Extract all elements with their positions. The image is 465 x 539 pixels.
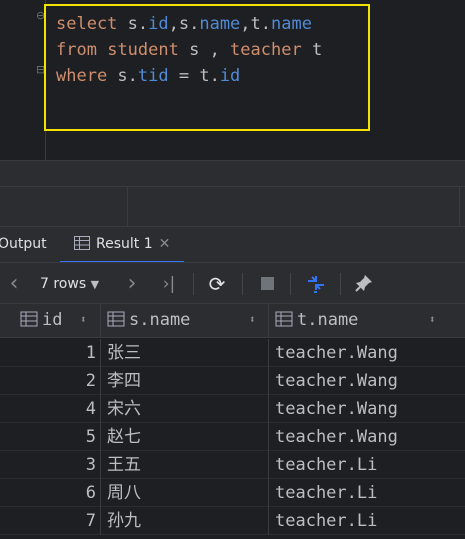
tab-output[interactable]: Output [0, 227, 47, 263]
cell-s-name[interactable]: 周八 [101, 479, 269, 507]
cell-t-name[interactable]: teacher.Wang [269, 423, 465, 451]
grid-header: id ⬍ s.name ⬍ t.name ⬍ [0, 304, 465, 338]
editor-status-strip [0, 160, 465, 186]
table-row[interactable]: 1 张三 teacher.Wang [0, 339, 465, 367]
column-header-label: t.name [297, 310, 359, 330]
column-icon [107, 311, 125, 327]
cell-t-name[interactable]: teacher.Li [269, 507, 465, 535]
editor-gutter [0, 0, 46, 160]
compare-icon[interactable] [302, 263, 330, 305]
cell-s-name[interactable]: 宋六 [101, 395, 269, 423]
column-header-id[interactable]: id ⬍ [0, 304, 101, 338]
cell-s-name[interactable]: 赵七 [101, 423, 269, 451]
cell-id[interactable]: 5 [0, 423, 101, 451]
cell-t-name[interactable]: teacher.Li [269, 479, 465, 507]
toolbar-separator [290, 273, 291, 295]
table-row[interactable]: 7 孙九 teacher.Li [0, 507, 465, 535]
cell-t-name[interactable]: teacher.Wang [269, 367, 465, 395]
cell-t-name[interactable]: teacher.Li [269, 451, 465, 479]
next-page-icon[interactable]: › [122, 263, 142, 305]
table-row[interactable]: 3 王五 teacher.Li [0, 451, 465, 479]
toolbar-separator [242, 273, 243, 295]
refresh-icon[interactable]: ⟳ [204, 263, 230, 305]
column-icon [275, 311, 293, 327]
rows-count-dropdown[interactable]: 7 rows ▼ [40, 263, 99, 305]
cell-s-name[interactable]: 孙九 [101, 507, 269, 535]
toolbar-separator [193, 273, 194, 295]
cell-s-name[interactable]: 王五 [101, 451, 269, 479]
sort-icon[interactable]: ⬍ [249, 304, 256, 336]
stop-icon[interactable] [254, 263, 280, 305]
table-row[interactable]: 2 李四 teacher.Wang [0, 367, 465, 395]
results-tab-bar: Output Result 1 ✕ [0, 226, 465, 263]
panel-segment [0, 187, 128, 227]
last-page-icon[interactable]: ›| [156, 263, 182, 305]
column-header-label: id [42, 310, 63, 330]
table-row[interactable]: 6 周八 teacher.Li [0, 479, 465, 507]
tab-result-label: Result 1 [96, 236, 153, 252]
cell-s-name[interactable]: 张三 [101, 339, 269, 367]
cell-id[interactable]: 6 [0, 479, 101, 507]
table-row[interactable]: 5 赵七 teacher.Wang [0, 423, 465, 451]
panel-header-strip [0, 186, 465, 227]
cell-id[interactable]: 2 [0, 367, 101, 395]
sql-editor[interactable]: ⊖ ⊟ select s.id,s.name,t.name from stude… [0, 0, 465, 160]
close-icon[interactable]: ✕ [159, 236, 171, 252]
cell-id[interactable]: 3 [0, 451, 101, 479]
pin-icon[interactable] [350, 263, 378, 305]
cell-t-name[interactable]: teacher.Wang [269, 395, 465, 423]
sort-icon[interactable]: ⬍ [80, 304, 87, 336]
column-header-label: s.name [129, 310, 191, 330]
table-icon [74, 236, 90, 250]
cell-id[interactable]: 7 [0, 507, 101, 535]
toolbar-separator [340, 273, 341, 295]
cell-id[interactable]: 1 [0, 339, 101, 367]
cell-t-name[interactable]: teacher.Wang [269, 339, 465, 367]
results-toolbar: ‹ 7 rows ▼ › ›| ⟳ [0, 262, 465, 304]
tab-result-1[interactable]: Result 1 ✕ [60, 227, 185, 263]
sort-icon[interactable]: ⬍ [429, 304, 436, 336]
column-header-s-name[interactable]: s.name ⬍ [101, 304, 269, 338]
column-icon [20, 311, 38, 327]
cell-s-name[interactable]: 李四 [101, 367, 269, 395]
results-grid[interactable]: id ⬍ s.name ⬍ t.name ⬍ 1 张三 teacher.Wang… [0, 304, 465, 539]
table-row[interactable]: 4 宋六 teacher.Wang [0, 395, 465, 423]
previous-page-icon[interactable]: ‹ [4, 263, 24, 305]
chevron-down-icon: ▼ [90, 278, 100, 291]
rows-count-label: 7 rows [40, 276, 87, 292]
column-header-t-name[interactable]: t.name ⬍ [269, 304, 465, 338]
cell-id[interactable]: 4 [0, 395, 101, 423]
highlight-box [44, 4, 370, 131]
panel-segment [128, 187, 460, 227]
